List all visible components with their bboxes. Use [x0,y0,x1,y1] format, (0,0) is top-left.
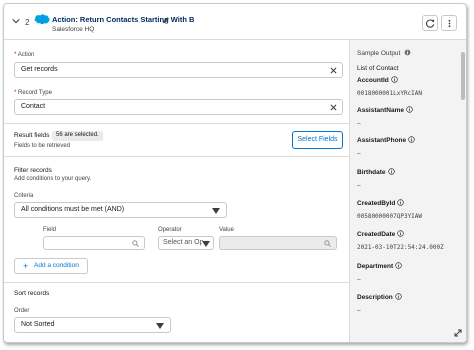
select-fields-button[interactable]: Select Fields [292,131,343,149]
result-fields-subtitle: Fields to be retrieved [14,143,71,149]
sample-output-key: AssistantName [357,106,413,114]
scrollbar[interactable] [461,52,465,100]
info-icon[interactable] [397,230,405,237]
info-icon[interactable] [397,199,405,206]
sample-output-key: Department [357,262,402,270]
sample-output-panel: Sample Output List of Contact AccountId 0… [349,40,466,342]
add-condition-button[interactable]: + Add a condition [14,258,88,274]
refresh-button[interactable] [422,15,438,31]
salesforce-cloud-icon [34,14,50,25]
sample-output-list-title: List of Contact [357,65,399,72]
info-icon[interactable] [387,168,395,175]
info-icon[interactable] [408,136,415,143]
select-arrow-icon [156,323,164,329]
order-select[interactable]: Not Sorted [14,317,171,333]
step-config-form: * Action Get records * Record Type Conta… [4,40,349,342]
more-vertical-icon [448,19,451,28]
field-search-input[interactable] [43,236,145,250]
criteria-select[interactable]: All conditions must be met (AND) [14,202,227,218]
divider [4,156,349,157]
sample-output-key: AssistantPhone [357,136,415,144]
info-icon[interactable] [404,49,411,56]
info-icon[interactable] [406,106,413,113]
value-label: Value [219,227,234,233]
info-icon[interactable] [395,293,402,300]
sample-output-value: 00580000007QP3YIAW [357,213,423,220]
step-header: 2 Action: Return Contacts Starting With … [4,4,466,40]
criteria-label: Criteria [14,193,34,199]
operator-label: Operator [158,227,182,233]
chevron-down-icon[interactable] [12,17,20,25]
sample-output-value: 2021-03-10T22:54:24.000Z [357,244,444,251]
divider [4,123,349,124]
divider [4,282,349,283]
step-number: 2 [25,18,30,27]
operator-select[interactable]: Select an Op [158,236,214,250]
sample-output-key: AccountId [357,76,398,84]
sort-records-title: Sort records [14,290,50,297]
edit-pencil-icon[interactable] [162,16,170,24]
selected-count-badge: 56 are selected. [52,131,103,141]
select-arrow-icon [212,208,220,214]
more-actions-button[interactable] [441,15,457,31]
sample-output-value: – [357,307,361,314]
info-icon[interactable] [391,76,398,83]
filter-records-subtitle: Add conditions to your query. [14,176,92,182]
record-type-select[interactable]: Contact [14,99,343,115]
select-arrow-icon [202,241,210,247]
search-icon [132,240,139,247]
action-label: * Action [14,52,35,58]
field-label: Field [43,227,57,233]
sample-output-value: 0018000001LxYRcIAN [357,90,423,97]
sample-output-key: CreatedById [357,199,405,207]
sample-output-value: – [357,182,361,189]
step-title: Action: Return Contacts Starting With B [52,15,195,24]
sample-output-value: – [357,150,361,157]
search-icon [324,240,331,247]
action-select[interactable]: Get records [14,62,343,78]
clear-icon[interactable] [330,104,337,111]
value-input[interactable] [219,236,337,250]
record-type-label: * Record Type [14,90,52,96]
step-card: 2 Action: Return Contacts Starting With … [3,3,467,343]
clear-icon[interactable] [330,67,337,74]
order-label: Order [14,308,30,314]
sample-output-key: CreatedDate [357,230,405,238]
sample-output-title: Sample Output [357,49,411,57]
filter-records-title: Filter records [14,167,52,174]
sample-output-key: Birthdate [357,168,395,176]
sample-output-key: Description [357,293,402,301]
refresh-icon [426,19,435,28]
expand-icon[interactable] [454,329,462,337]
step-subtitle: Salesforce HQ [52,26,95,33]
sample-output-value: – [357,120,361,127]
plus-icon: + [23,261,29,271]
info-icon[interactable] [395,262,402,269]
result-fields-title: Result fields [14,132,50,139]
sample-output-value: – [357,276,361,283]
